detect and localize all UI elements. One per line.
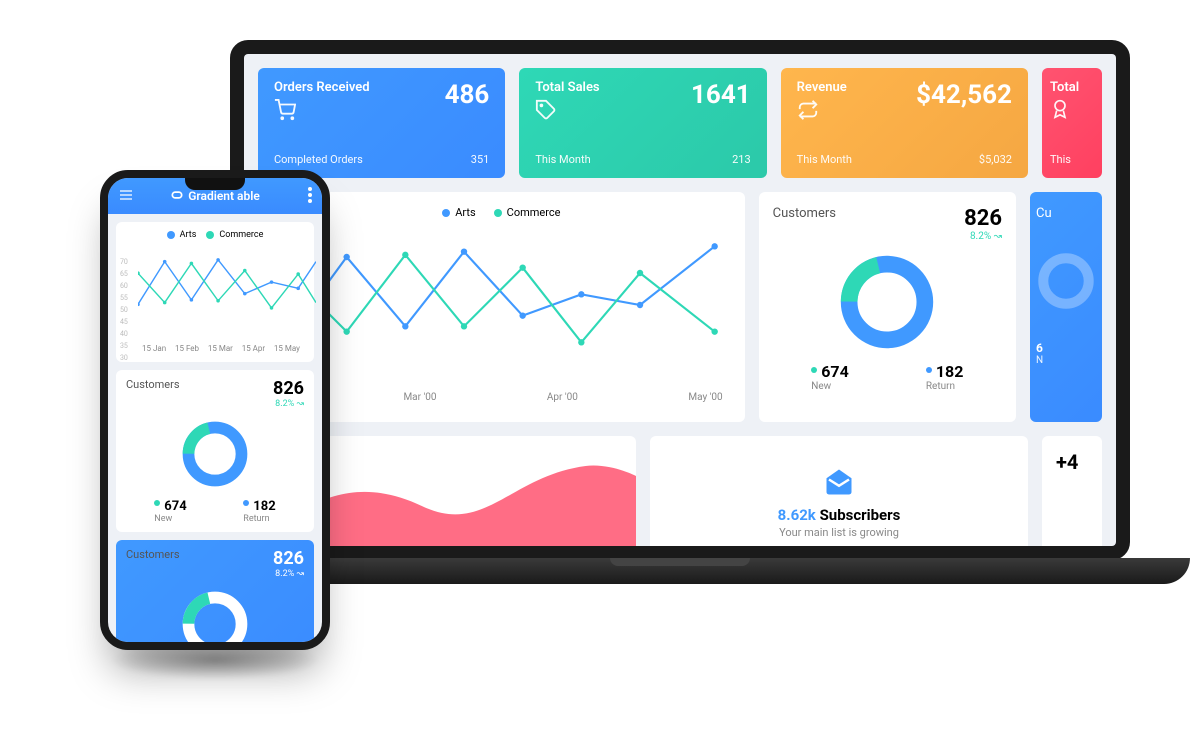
x-tick: Apr '00 xyxy=(547,392,578,403)
phone-customers-value: 826 xyxy=(273,378,304,399)
x-tick: Mar '00 xyxy=(403,392,436,403)
laptop-screen: Orders Received 486 Completed Orders 351 xyxy=(230,40,1130,560)
orders-title: Orders Received xyxy=(274,80,370,95)
revenue-title: Revenue xyxy=(797,80,847,95)
subscribers-word: Subscribers xyxy=(820,506,901,524)
phone-customers-card[interactable]: Customers 826 8.2% ↝ 674New 182Return xyxy=(116,370,314,532)
revenue-value: $42,562 xyxy=(916,80,1012,110)
award-icon xyxy=(1050,99,1079,122)
sales-sub-value: 213 xyxy=(732,153,751,166)
customers-card-blue[interactable]: Cu 6 N xyxy=(1030,192,1102,422)
line-chart-card[interactable]: Arts Commerce '00 Mar '00 Apr '00 May '0… xyxy=(258,192,745,422)
customers-card[interactable]: Customers 826 8.2% ↝ 674New xyxy=(759,192,1016,422)
growth-value: +4 xyxy=(1056,450,1088,474)
phone-customers-donut xyxy=(126,419,304,489)
phone-new-value: 674 xyxy=(164,499,186,514)
phone-return-label: Return xyxy=(243,514,275,524)
phone-screen: Gradient able Arts Commerce 706560555045… xyxy=(108,178,322,642)
x-tick: 15 Apr xyxy=(242,344,265,353)
sales-sub-label: This Month xyxy=(535,153,590,166)
revenue-sub-label: This Month xyxy=(797,153,852,166)
x-tick: May '00 xyxy=(688,392,722,403)
phone-customers-card-blue[interactable]: Customers 826 8.2% ↝ xyxy=(116,540,314,642)
dashboard: Orders Received 486 Completed Orders 351 xyxy=(244,54,1116,546)
orders-value: 486 xyxy=(445,80,490,110)
legend-arts: Arts xyxy=(442,206,475,219)
phone-line-chart-svg xyxy=(138,246,316,336)
bottom-row: 8.62k Subscribers Your main list is grow… xyxy=(258,436,1102,546)
subscribers-title: 8.62k Subscribers xyxy=(778,506,901,524)
app-title: Gradient able xyxy=(188,189,260,203)
phone-customers-title: Customers xyxy=(126,378,180,391)
customers-title: Customers xyxy=(773,206,836,221)
charts-row: Arts Commerce '00 Mar '00 Apr '00 May '0… xyxy=(258,192,1102,422)
menu-icon[interactable] xyxy=(118,187,134,206)
phone-customers-blue-title: Customers xyxy=(126,548,180,561)
x-tick: 15 Jan xyxy=(142,344,166,353)
customers-return-label: Return xyxy=(926,381,964,392)
refresh-icon xyxy=(797,99,847,124)
stat-cards-row: Orders Received 486 Completed Orders 351 xyxy=(258,68,1102,178)
orders-sub-label: Completed Orders xyxy=(274,153,363,166)
tag-icon xyxy=(535,99,599,124)
mail-open-icon xyxy=(824,467,854,500)
profit-sub-label: This xyxy=(1050,153,1071,166)
sales-title: Total Sales xyxy=(535,80,599,95)
subscribers-card[interactable]: 8.62k Subscribers Your main list is grow… xyxy=(650,436,1028,546)
customers-blue-donut xyxy=(1036,251,1096,311)
x-tick: 15 Feb xyxy=(175,344,199,353)
sales-value: 1641 xyxy=(691,80,751,110)
laptop-mockup: Orders Received 486 Completed Orders 351 xyxy=(230,40,1130,620)
phone-customers-blue-value: 826 xyxy=(273,548,304,569)
phone-new-label: New xyxy=(154,514,186,524)
profit-title: Total xyxy=(1050,80,1079,95)
total-sales-card[interactable]: Total Sales 1641 This Month 213 xyxy=(519,68,766,178)
phone-customers-blue-pct: 8.2% ↝ xyxy=(273,569,304,579)
x-tick: 15 May xyxy=(274,344,300,353)
line-chart-svg xyxy=(272,225,731,385)
phone-customers-pct: 8.2% ↝ xyxy=(273,399,304,409)
line-chart-legend: Arts Commerce xyxy=(272,206,731,219)
phone-mockup: Gradient able Arts Commerce 706560555045… xyxy=(100,170,330,650)
orders-sub-value: 351 xyxy=(471,153,490,166)
profit-card[interactable]: Total This xyxy=(1042,68,1102,178)
customers-donut xyxy=(773,252,1002,352)
legend-commerce: Commerce xyxy=(494,206,561,219)
phone-notch xyxy=(185,178,245,190)
customers-return-value: 182 xyxy=(936,362,964,381)
more-icon[interactable] xyxy=(308,187,312,206)
x-tick: 15 Mar xyxy=(208,344,233,353)
line-chart-x-axis: '00 Mar '00 Apr '00 May '00 xyxy=(272,392,731,403)
customers-blue-new-label: N xyxy=(1036,355,1096,366)
legend-arts: Arts xyxy=(167,230,197,240)
phone-customers-blue-donut xyxy=(126,589,304,642)
growth-card[interactable]: +4 xyxy=(1042,436,1102,546)
customers-value: 826 xyxy=(964,206,1002,231)
phone-x-axis: 15 Jan 15 Feb 15 Mar 15 Apr 15 May xyxy=(126,344,304,353)
customers-blue-new: 6 xyxy=(1036,341,1043,355)
logo-icon xyxy=(170,188,184,205)
subscribers-sub: Your main list is growing xyxy=(779,526,899,539)
orders-received-card[interactable]: Orders Received 486 Completed Orders 351 xyxy=(258,68,505,178)
phone-line-chart-card[interactable]: Arts Commerce 706560555045403530 15 Jan … xyxy=(116,222,314,362)
phone-y-ticks: 706560555045403530 xyxy=(120,256,128,364)
legend-commerce: Commerce xyxy=(206,230,263,240)
cart-icon xyxy=(274,99,370,124)
customers-new-value: 674 xyxy=(821,362,849,381)
customers-pct: 8.2% ↝ xyxy=(964,231,1002,242)
revenue-card[interactable]: Revenue $42,562 This Month $5,032 xyxy=(781,68,1028,178)
phone-legend: Arts Commerce xyxy=(126,230,304,240)
customers-new-label: New xyxy=(811,381,849,392)
revenue-sub-value: $5,032 xyxy=(979,153,1012,166)
subscribers-value: 8.62k xyxy=(778,506,816,524)
phone-return-value: 182 xyxy=(253,499,275,514)
customers-blue-title: Cu xyxy=(1036,206,1096,221)
